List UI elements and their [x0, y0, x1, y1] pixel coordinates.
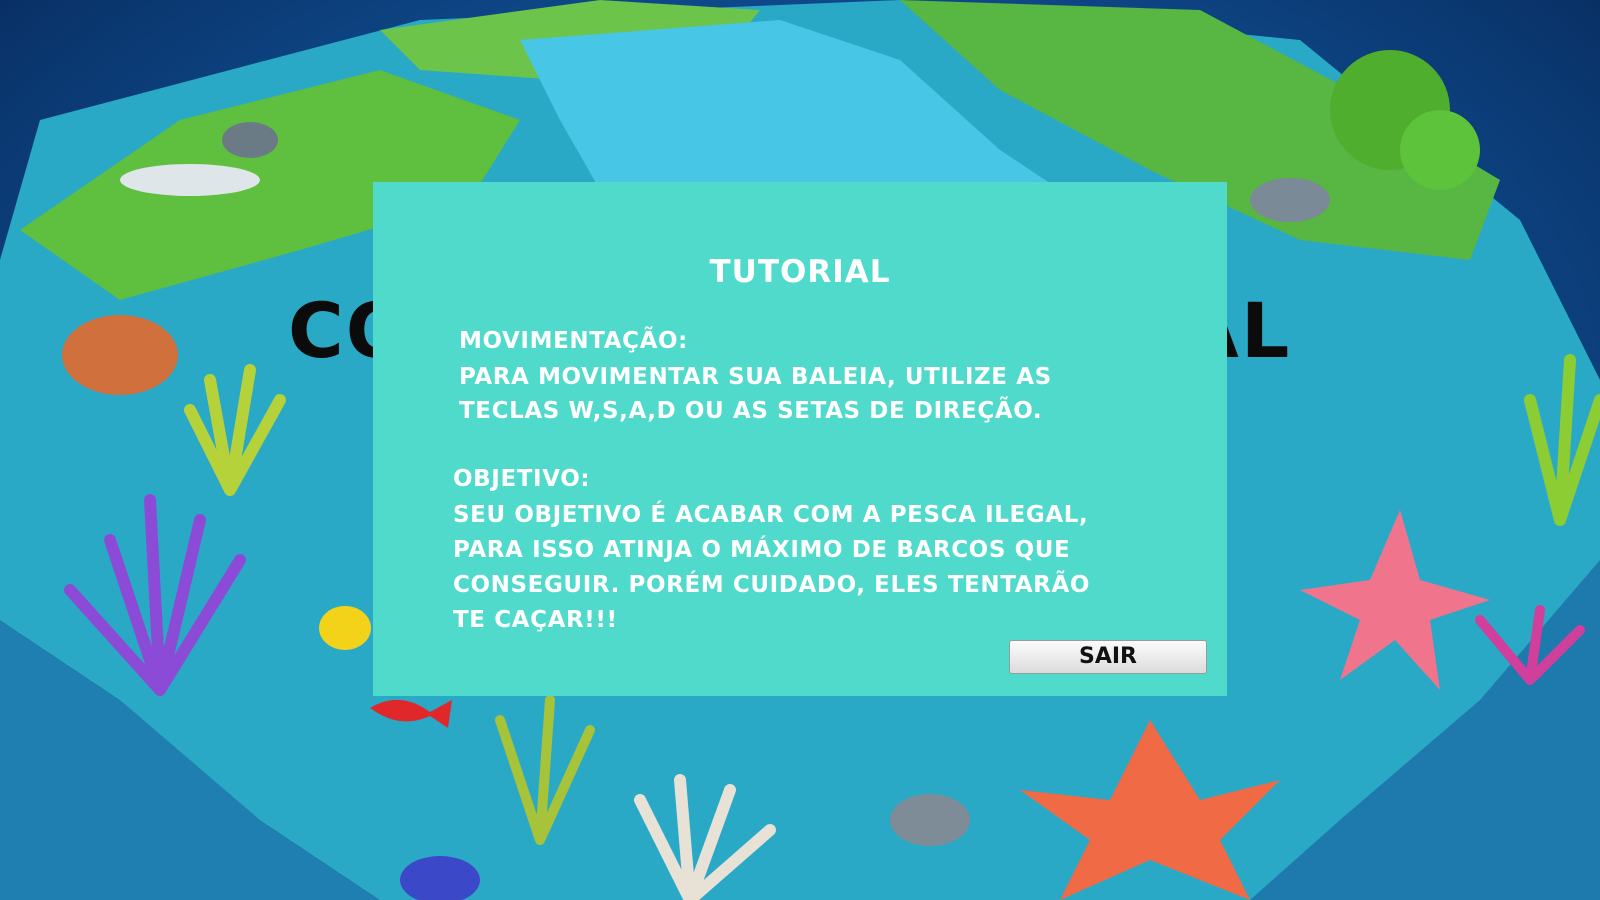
tutorial-heading: TUTORIAL	[709, 254, 891, 290]
movement-line: TECLAS W,S,A,D OU AS SETAS DE DIREÇÃO.	[459, 398, 1043, 424]
movement-line: PARA MOVIMENTAR SUA BALEIA, UTILIZE AS	[459, 364, 1052, 390]
yellow-fish	[319, 606, 371, 650]
objective-line: PARA ISSO ATINJA O MÁXIMO DE BARCOS QUE	[453, 537, 1071, 563]
tree-canopy	[1400, 110, 1480, 190]
movement-title: MOVIMENTAÇÃO:	[459, 328, 688, 354]
objective-line: SEU OBJETIVO É ACABAR COM A PESCA ILEGAL…	[453, 502, 1089, 528]
objective-line: TE CAÇAR!!!	[453, 607, 618, 633]
tutorial-panel: TUTORIAL MOVIMENTAÇÃO: PARA MOVIMENTAR S…	[373, 182, 1227, 696]
rock	[890, 794, 970, 846]
rock	[1250, 178, 1330, 222]
objective-title: OBJETIVO:	[453, 466, 591, 492]
rock	[222, 122, 278, 158]
exit-button[interactable]: SAIR	[1009, 640, 1207, 674]
objective-line: CONSEGUIR. PORÉM CUIDADO, ELES TENTARÃO	[453, 572, 1091, 598]
submarine	[120, 164, 260, 196]
